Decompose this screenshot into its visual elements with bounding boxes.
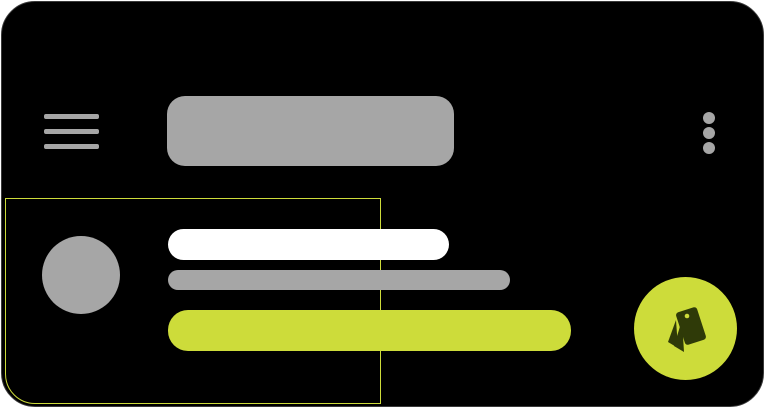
item-title-placeholder	[168, 229, 449, 260]
floating-action-button[interactable]	[634, 277, 737, 380]
avatar	[42, 236, 120, 314]
item-accent-placeholder	[168, 310, 571, 351]
item-subtitle-placeholder	[168, 270, 510, 290]
card-stack-icon	[667, 306, 706, 352]
app-screen	[1, 1, 764, 407]
